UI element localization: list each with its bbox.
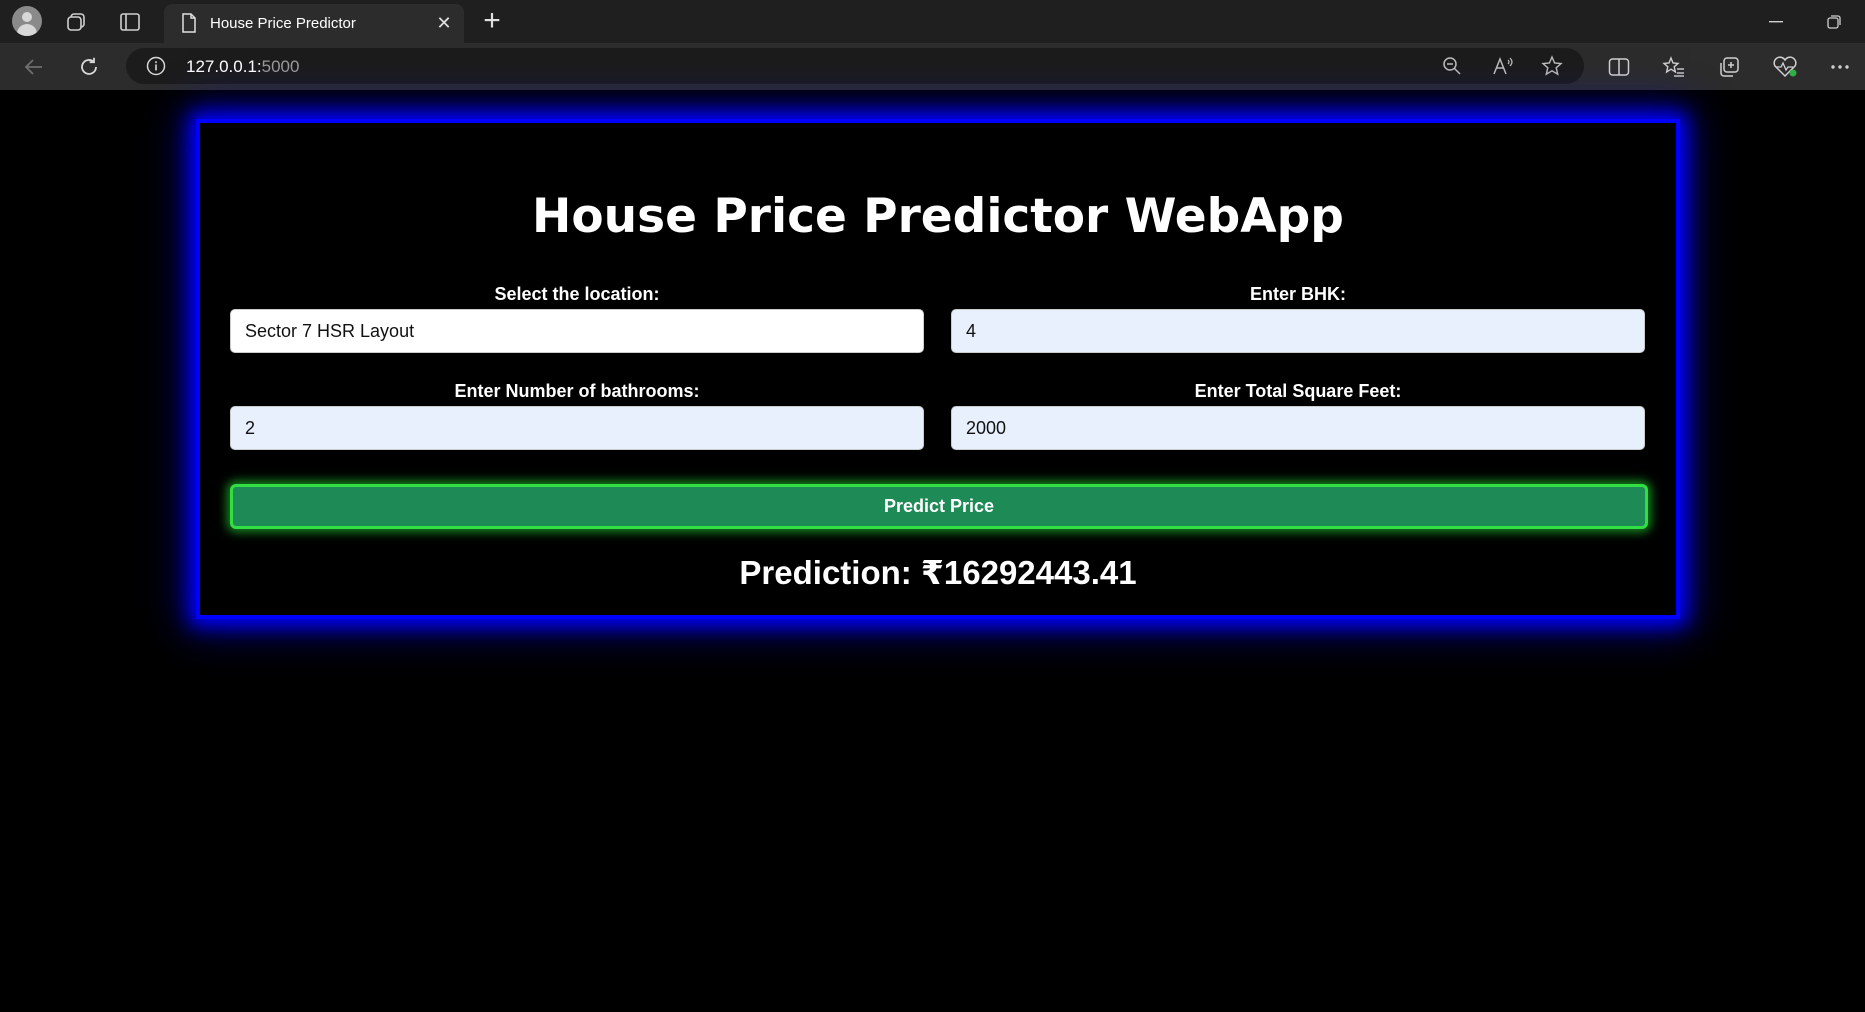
bhk-input[interactable]: 4	[951, 309, 1645, 353]
back-arrow-icon[interactable]	[20, 53, 48, 81]
read-aloud-icon[interactable]	[1491, 55, 1515, 77]
prediction-result: Prediction: ₹16292443.41	[739, 554, 1137, 591]
url-port: 5000	[261, 57, 300, 76]
page-document-icon	[180, 13, 198, 33]
browser-toolbar: 127.0.0.1:5000	[0, 43, 1865, 90]
active-tab[interactable]: House Price Predictor ✕	[164, 4, 464, 43]
url-text[interactable]: 127.0.0.1:5000	[186, 57, 299, 77]
url-host: 127.0.0.1:	[186, 57, 262, 76]
predictor-card: House Price Predictor WebApp Select the …	[196, 119, 1680, 619]
workspaces-icon[interactable]	[64, 9, 90, 35]
sqft-input[interactable]: 2000	[951, 406, 1645, 450]
location-select[interactable]: Sector 7 HSR Layout	[230, 309, 924, 353]
profile-avatar-icon[interactable]	[12, 6, 42, 36]
new-tab-icon[interactable]: +	[478, 4, 506, 38]
bathrooms-label: Enter Number of bathrooms:	[454, 381, 700, 401]
bathrooms-input[interactable]: 2	[230, 406, 924, 450]
collections-icon[interactable]	[1716, 54, 1742, 80]
site-info-icon[interactable]	[146, 56, 166, 76]
restore-icon[interactable]	[1820, 12, 1848, 32]
tab-title: House Price Predictor	[210, 15, 356, 32]
zoom-out-icon[interactable]	[1441, 55, 1463, 77]
refresh-icon[interactable]	[75, 53, 103, 81]
favorites-icon[interactable]	[1661, 54, 1687, 80]
predict-price-button[interactable]: Predict Price	[230, 484, 1648, 529]
close-tab-icon[interactable]: ✕	[432, 11, 456, 35]
favorite-star-icon[interactable]	[1541, 55, 1563, 77]
split-screen-icon[interactable]	[1606, 54, 1632, 80]
page-title: House Price Predictor WebApp	[532, 189, 1344, 244]
more-options-icon[interactable]	[1826, 54, 1854, 80]
bhk-label: Enter BHK:	[1249, 284, 1346, 304]
address-bar[interactable]: 127.0.0.1:5000	[126, 48, 1584, 84]
page-viewport: House Price Predictor WebApp Select the …	[5, 90, 1865, 1012]
location-label: Select the location:	[494, 284, 660, 304]
browser-tab-bar: House Price Predictor ✕ +	[0, 0, 1865, 43]
tab-actions-icon[interactable]	[117, 9, 143, 35]
minimize-icon[interactable]	[1762, 12, 1790, 32]
browser-essentials-icon[interactable]	[1771, 54, 1799, 80]
sqft-label: Enter Total Square Feet:	[1194, 381, 1402, 401]
